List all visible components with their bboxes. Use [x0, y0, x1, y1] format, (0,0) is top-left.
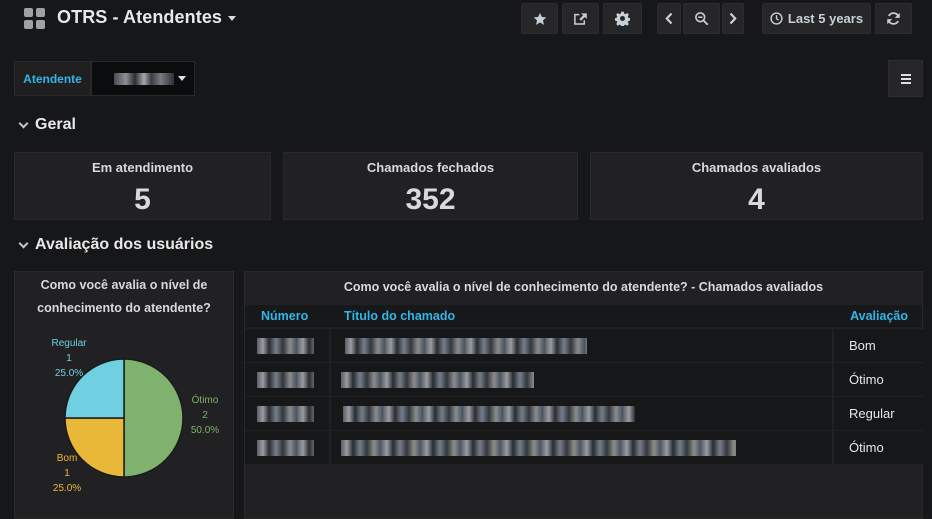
redacted-value: [341, 440, 736, 456]
stat-panel-em-atendimento[interactable]: Em atendimento 5: [14, 152, 271, 220]
variable-label-atendente: Atendente: [14, 61, 91, 96]
stat-panel-chamados-fechados[interactable]: Chamados fechados 352: [283, 152, 578, 220]
table-row[interactable]: Regular: [245, 397, 924, 430]
redacted-value: [257, 406, 314, 422]
pie-label-name: Regular: [51, 338, 87, 349]
row-header-geral[interactable]: Geral: [18, 116, 76, 134]
pie-label-pct: 25.0%: [54, 368, 84, 379]
redacted-value: [114, 72, 174, 85]
stat-title: Em atendimento: [91, 160, 194, 175]
pie-label-bom: Bom 1 25.0%: [45, 451, 89, 496]
redacted-value: [257, 372, 314, 388]
pie-label-pct: 50.0%: [190, 425, 220, 436]
column-header-avaliacao[interactable]: Avaliação: [850, 309, 908, 323]
caret-down-icon: [178, 76, 186, 81]
cell-numero: [245, 363, 329, 396]
gear-icon: [615, 11, 630, 26]
clock-icon: [770, 12, 783, 25]
cell-avaliacao: Ótimo: [834, 363, 924, 396]
zoom-out-icon: [695, 12, 709, 26]
pie-slice-ótimo[interactable]: [123, 358, 184, 478]
stat-panel-chamados-avaliados[interactable]: Chamados avaliados 4: [590, 152, 923, 220]
pie-label-count: 1: [64, 468, 70, 479]
dashboard-title: OTRS - Atendentes: [57, 7, 223, 27]
stat-value: 4: [748, 183, 765, 216]
chevron-left-icon: [665, 12, 673, 25]
table-header: Número Título do chamado Avaliação: [245, 305, 922, 327]
zoom-out-button[interactable]: [683, 3, 720, 34]
cell-titulo: [331, 397, 832, 430]
time-forward-button[interactable]: [722, 3, 744, 34]
stat-title: Chamados fechados: [366, 160, 495, 175]
redacted-value: [257, 440, 314, 456]
table-row[interactable]: Ótimo: [245, 431, 924, 464]
cell-titulo: [331, 363, 832, 396]
chevron-right-icon: [729, 12, 737, 25]
grid-icon[interactable]: [24, 8, 45, 29]
caret-down-icon: [228, 15, 237, 21]
redacted-value: [257, 338, 314, 354]
pie-label-regular: Regular 1 25.0%: [45, 336, 93, 381]
top-navbar: OTRS - Atendentes Last 5 years: [0, 0, 932, 40]
time-picker-button[interactable]: Last 5 years: [762, 3, 871, 34]
pie-label-name: Bom: [56, 453, 78, 464]
hamburger-icon[interactable]: [888, 60, 923, 97]
pie-chart-panel[interactable]: Como você avalia o nível de conhecimento…: [14, 271, 234, 519]
pie-label-count: 2: [202, 410, 208, 421]
row-header-avaliacao[interactable]: Avaliação dos usuários: [18, 236, 214, 254]
chevron-down-icon: [18, 118, 29, 128]
table-row[interactable]: Bom: [245, 329, 924, 362]
stat-value: 5: [134, 183, 151, 216]
cell-numero: [245, 397, 329, 430]
pie-label-name: Ótimo: [191, 395, 219, 406]
cell-numero: [245, 329, 329, 362]
table-panel[interactable]: Como você avalia o nível de conhecimento…: [244, 271, 924, 519]
time-range-label: Last 5 years: [787, 11, 864, 26]
row-title-geral: Geral: [35, 116, 76, 133]
share-button[interactable]: [562, 3, 599, 34]
refresh-icon: [887, 12, 900, 25]
chevron-down-icon: [18, 238, 29, 248]
variable-dropdown-atendente[interactable]: [91, 61, 195, 96]
cell-numero: [245, 431, 329, 464]
cell-avaliacao: Ótimo: [834, 431, 924, 464]
row-title-avaliacao: Avaliação dos usuários: [35, 236, 214, 253]
stat-title: Chamados avaliados: [691, 160, 822, 175]
share-icon: [574, 12, 587, 25]
cell-avaliacao: Regular: [834, 397, 924, 430]
stat-value: 352: [405, 183, 456, 216]
table-row[interactable]: Ótimo: [245, 363, 924, 396]
cell-avaliacao: Bom: [834, 329, 924, 362]
column-header-titulo[interactable]: Título do chamado: [344, 309, 455, 323]
redacted-value: [341, 372, 534, 388]
column-header-numero[interactable]: Número: [261, 309, 308, 323]
pie-label-pct: 25.0%: [52, 483, 82, 494]
dashboard-title-button[interactable]: OTRS - Atendentes: [57, 7, 237, 28]
pie-label-otimo: Ótimo 2 50.0%: [185, 393, 225, 438]
cell-titulo: [331, 329, 832, 362]
redacted-value: [345, 338, 587, 354]
star-icon: [533, 12, 546, 25]
table-title: Como você avalia o nível de conhecimento…: [343, 280, 824, 294]
redacted-value: [343, 406, 635, 422]
refresh-button[interactable]: [875, 3, 912, 34]
star-button[interactable]: [521, 3, 558, 34]
cell-titulo: [331, 431, 832, 464]
time-back-button[interactable]: [657, 3, 681, 34]
settings-button[interactable]: [603, 3, 642, 34]
pie-label-count: 1: [66, 353, 72, 364]
